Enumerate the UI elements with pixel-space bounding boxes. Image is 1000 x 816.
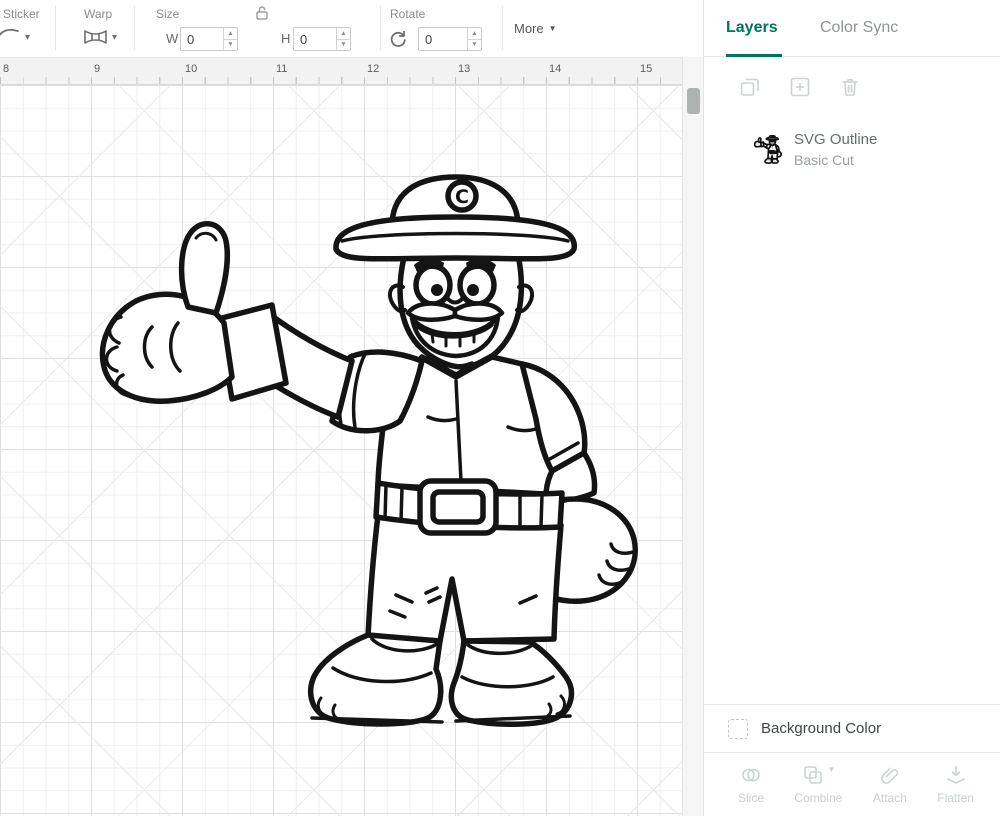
panel-spacer <box>704 178 1000 704</box>
aspect-lock-button[interactable] <box>254 5 270 21</box>
toolbar-divider <box>380 6 381 50</box>
toolbar-divider <box>55 6 56 50</box>
ruler-tick-marks <box>0 77 682 84</box>
add-square-icon <box>788 75 812 99</box>
stepper-down-icon[interactable]: ▼ <box>337 40 350 51</box>
width-input[interactable] <box>181 28 223 50</box>
combine-button[interactable]: ▼ Combine <box>794 763 842 816</box>
unlock-icon <box>254 5 270 21</box>
stepper-up-icon[interactable]: ▲ <box>224 28 237 40</box>
attach-label: Attach <box>873 791 907 805</box>
group-button[interactable] <box>738 75 762 99</box>
design-app-window: Sticker ▾ Warp ▾ Size W ▲ ▼ <box>0 0 1000 816</box>
rotate-section-label: Rotate <box>390 7 425 21</box>
rotate-input[interactable] <box>419 28 467 50</box>
warp-tool-button[interactable]: ▾ <box>82 27 117 47</box>
delete-button[interactable] <box>838 75 862 99</box>
stepper-down-icon[interactable]: ▼ <box>224 40 237 51</box>
caret-down-icon: ▼ <box>549 24 557 33</box>
height-field-label: H <box>281 31 290 46</box>
ruler-tick-label: 10 <box>185 63 197 75</box>
width-stepper[interactable]: ▲ ▼ <box>223 28 237 50</box>
height-stepper[interactable]: ▲ ▼ <box>336 28 350 50</box>
design-canvas[interactable]: C <box>0 85 682 816</box>
warp-section-label: Warp <box>84 7 112 21</box>
warp-icon <box>82 27 109 47</box>
slice-label: Slice <box>738 791 764 805</box>
panel-actions-bar: Slice ▼ Combine Attach <box>704 752 1000 816</box>
size-section-label: Size <box>156 7 179 21</box>
width-field-label: W <box>166 31 178 46</box>
horizontal-ruler: 8 9 10 11 12 13 14 15 <box>0 57 682 85</box>
layer-item[interactable]: SVG Outline Basic Cut <box>704 113 1000 178</box>
flatten-label: Flatten <box>937 791 974 805</box>
combine-label: Combine <box>794 791 842 805</box>
toolbar-divider <box>134 6 135 50</box>
layer-subtitle: Basic Cut <box>794 152 877 168</box>
flatten-button[interactable]: Flatten <box>937 763 974 816</box>
slice-icon <box>739 763 763 787</box>
layer-thumbnail <box>754 135 782 164</box>
layer-title: SVG Outline <box>794 131 877 148</box>
ruler-tick-label: 11 <box>276 63 287 75</box>
ruler-tick-label: 9 <box>94 63 100 75</box>
duplicate-button[interactable] <box>788 75 812 99</box>
caret-down-icon: ▾ <box>25 32 30 43</box>
slice-button[interactable]: Slice <box>738 763 764 816</box>
ruler-tick-label: 15 <box>640 63 652 75</box>
tab-color-sync[interactable]: Color Sync <box>820 19 898 37</box>
layer-texts: SVG Outline Basic Cut <box>794 131 877 168</box>
background-color-swatch[interactable] <box>728 719 748 739</box>
sticker-tool-button[interactable]: ▾ <box>0 27 30 47</box>
rotate-tool-button[interactable] <box>388 29 408 49</box>
trash-icon <box>838 75 862 99</box>
height-input[interactable] <box>294 28 336 50</box>
width-input-box: ▲ ▼ <box>180 27 238 51</box>
scrollbar-thumb[interactable] <box>687 88 700 114</box>
more-button-label: More <box>514 21 544 36</box>
stepper-up-icon[interactable]: ▲ <box>337 28 350 40</box>
layers-panel: Layers Color Sync <box>703 0 1000 816</box>
flatten-icon <box>944 763 968 787</box>
hat-letter: C <box>455 186 469 208</box>
background-color-row[interactable]: Background Color <box>704 704 1000 752</box>
top-toolbar: Sticker ▾ Warp ▾ Size W ▲ ▼ <box>0 0 703 57</box>
more-button[interactable]: More ▼ <box>514 21 557 36</box>
caret-down-icon: ▾ <box>112 32 117 43</box>
ruler-tick-label: 13 <box>458 63 470 75</box>
ruler-tick-label: 14 <box>549 63 561 75</box>
background-color-label: Background Color <box>761 720 881 737</box>
ruler-tick-label: 8 <box>3 63 9 75</box>
canvas-object-mascot[interactable]: C <box>90 165 650 745</box>
stepper-down-icon[interactable]: ▼ <box>468 40 481 51</box>
caret-down-icon: ▼ <box>827 765 835 774</box>
rotate-icon <box>388 29 408 49</box>
group-icon <box>738 75 762 99</box>
height-input-box: ▲ ▼ <box>293 27 351 51</box>
active-tab-underline <box>726 54 782 57</box>
attach-icon <box>878 763 902 787</box>
toolbar-divider <box>502 6 503 50</box>
ruler-tick-label: 12 <box>367 63 379 75</box>
attach-button[interactable]: Attach <box>873 763 907 816</box>
tab-layers[interactable]: Layers <box>726 19 778 37</box>
panel-header: Layers Color Sync <box>704 0 1000 57</box>
sticker-icon <box>0 27 22 47</box>
rotate-input-box: ▲ ▼ <box>418 27 482 51</box>
stepper-up-icon[interactable]: ▲ <box>468 28 481 40</box>
vertical-scrollbar[interactable] <box>682 57 703 816</box>
combine-icon <box>801 763 825 787</box>
layer-tools-row <box>704 57 1000 113</box>
sticker-section-label: Sticker <box>3 7 40 21</box>
rotate-stepper[interactable]: ▲ ▼ <box>467 28 481 50</box>
